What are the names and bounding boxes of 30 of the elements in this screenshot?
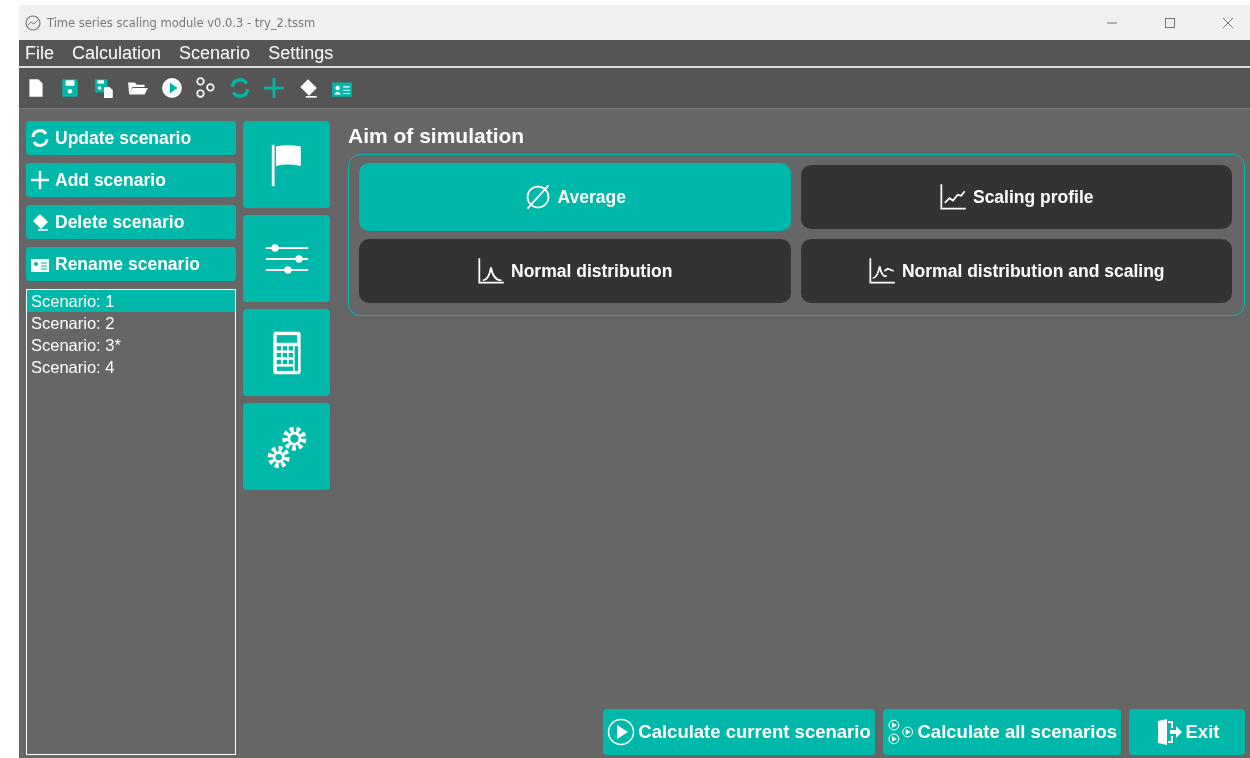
bell-curve-chart-icon: [868, 257, 896, 285]
option-button[interactable]: Scaling profile: [800, 165, 1232, 229]
line-chart-icon: [938, 183, 967, 211]
play-icon[interactable]: [161, 77, 183, 99]
sliders-tile[interactable]: [243, 215, 330, 302]
scenario-item[interactable]: Scenario: 4: [27, 356, 235, 378]
scenario-item[interactable]: Scenario: 3*: [27, 334, 235, 356]
play-icon: [607, 718, 636, 746]
play-multiple-icon: [887, 718, 915, 746]
app-logo-icon: [25, 14, 41, 31]
refresh-icon[interactable]: [229, 77, 251, 99]
refresh-icon: [30, 128, 50, 148]
save-icon[interactable]: [59, 77, 81, 99]
scenario-item[interactable]: Scenario: 2: [27, 312, 235, 334]
plus-icon[interactable]: [263, 77, 285, 99]
gears-tile[interactable]: [243, 403, 330, 490]
section-title: Aim of simulation: [348, 124, 526, 149]
bell-curve-icon: [477, 257, 506, 285]
flag-tile[interactable]: [243, 121, 330, 208]
save-as-icon[interactable]: [93, 77, 115, 99]
menu-item[interactable]: Settings: [268, 42, 334, 64]
menu-item[interactable]: Scenario: [179, 42, 251, 64]
option-button[interactable]: Normal distribution and scaling: [800, 239, 1232, 303]
menu-item[interactable]: File: [25, 42, 54, 64]
play-multiple-icon[interactable]: [195, 77, 217, 99]
calculator-tile[interactable]: [243, 309, 330, 396]
menu-item[interactable]: Calculation: [72, 42, 162, 64]
plus-icon: [30, 170, 50, 190]
window-title: Time series scaling module v0.0.3 - try_2.tssm: [47, 15, 316, 30]
option-button[interactable]: Normal distribution: [359, 239, 791, 303]
